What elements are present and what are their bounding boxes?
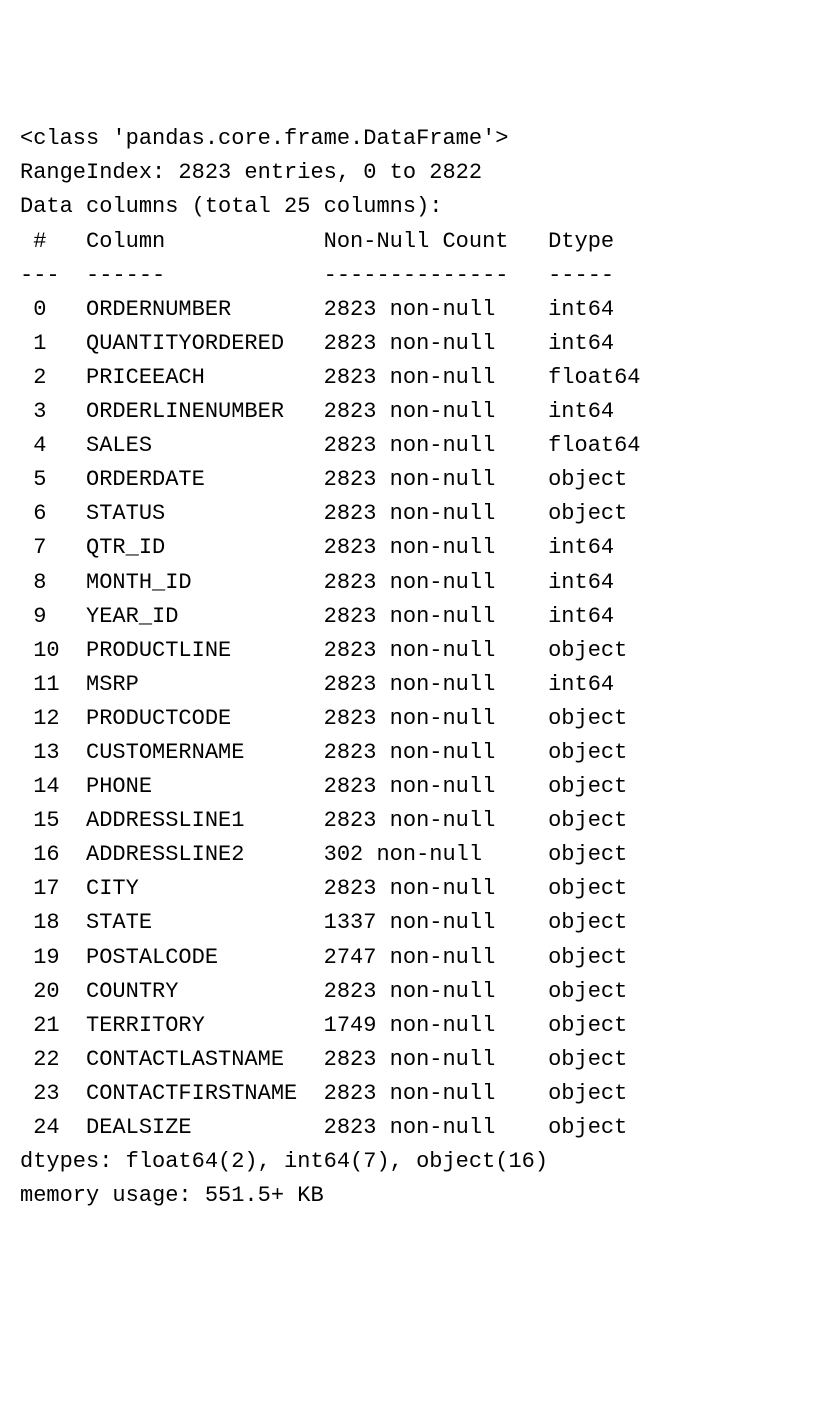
dtypes-summary-line: dtypes: float64(2), int64(7), object(16) xyxy=(20,1149,548,1174)
class-line: <class 'pandas.core.frame.DataFrame'> xyxy=(20,126,508,151)
range-index-line: RangeIndex: 2823 entries, 0 to 2822 xyxy=(20,160,482,185)
columns-header-row: # Column Non-Null Count Dtype xyxy=(20,229,614,254)
columns-body: 0 ORDERNUMBER 2823 non-null int64 1 QUAN… xyxy=(20,297,641,1140)
columns-divider-row: --- ------ -------------- ----- xyxy=(20,263,614,288)
data-columns-line: Data columns (total 25 columns): xyxy=(20,194,442,219)
df-info-output: <class 'pandas.core.frame.DataFrame'> Ra… xyxy=(20,122,814,1213)
memory-usage-line: memory usage: 551.5+ KB xyxy=(20,1183,324,1208)
